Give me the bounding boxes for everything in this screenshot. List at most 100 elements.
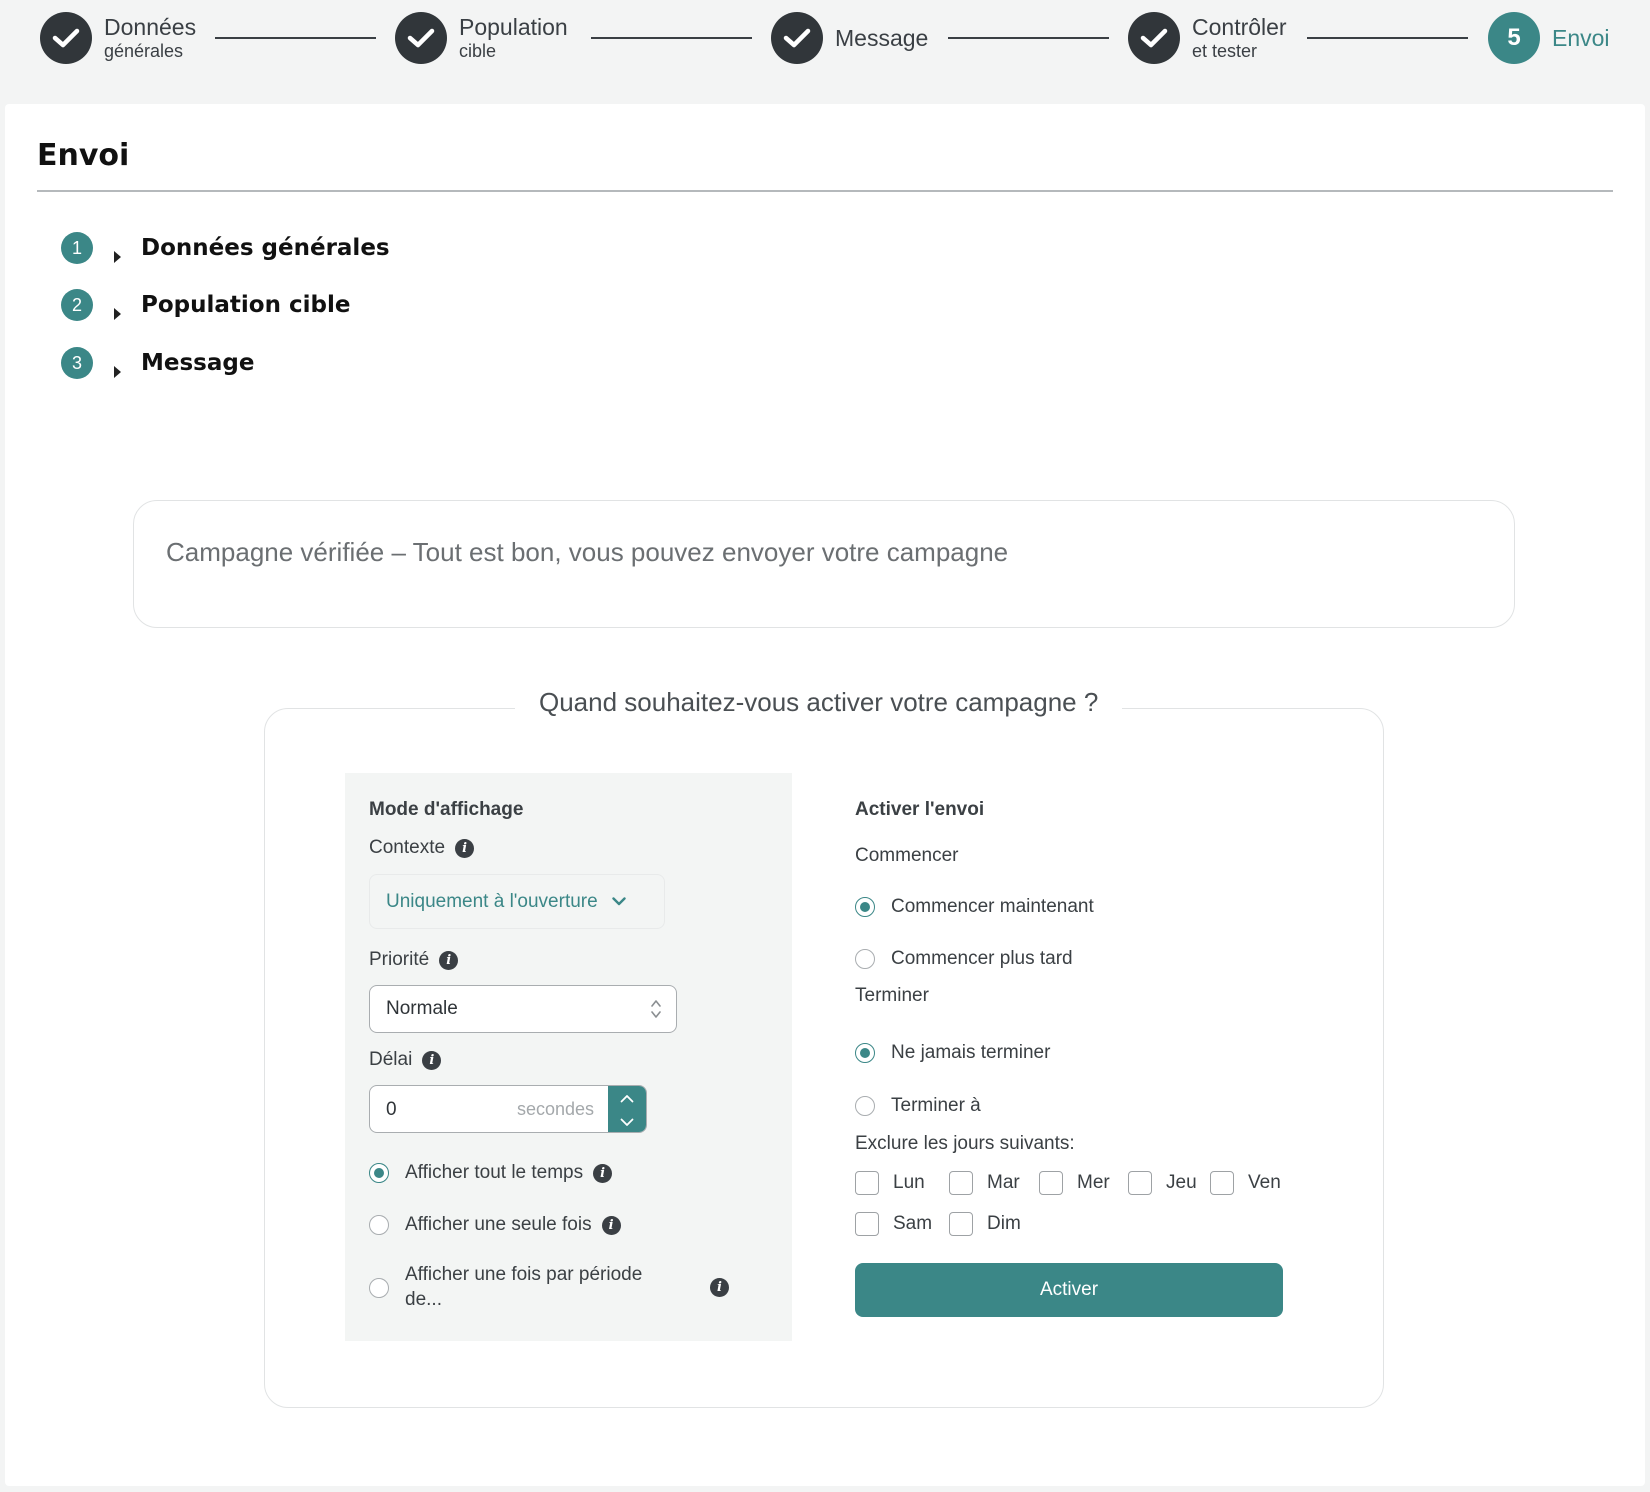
priority-label: Priorité i: [369, 949, 459, 971]
checkbox[interactable]: [1210, 1171, 1234, 1195]
step-control-test[interactable]: Contrôler et tester: [1128, 12, 1287, 64]
step-title: Population: [459, 14, 568, 40]
step-title: Données: [104, 14, 197, 40]
radio-button[interactable]: [369, 1277, 389, 1298]
step-subtitle: cible: [459, 41, 497, 61]
context-dropdown[interactable]: Uniquement à l'ouverture: [369, 874, 665, 929]
display-mode-panel: Mode d'affichage Contexte i Uniquement à…: [345, 773, 792, 1341]
checkbox-label: Mar: [987, 1172, 1020, 1193]
radio-label: Afficher tout le temps: [405, 1162, 584, 1183]
end-label: Terminer: [855, 985, 929, 1006]
priority-label-text: Priorité: [369, 949, 430, 970]
step-general-data[interactable]: Données générales: [40, 12, 196, 64]
delay-stepper[interactable]: [608, 1086, 646, 1132]
chevron-up-icon[interactable]: [620, 1094, 634, 1103]
summary-label: Population cible: [141, 292, 351, 318]
start-later-option[interactable]: Commencer plus tard: [855, 947, 1073, 972]
activation-fieldset: Quand souhaitez-vous activer votre campa…: [264, 687, 1384, 1408]
check-icon: [771, 12, 823, 64]
priority-select[interactable]: Normale: [369, 985, 677, 1033]
info-icon[interactable]: i: [422, 1050, 442, 1070]
check-icon: [1128, 12, 1180, 64]
summary-item-target-population[interactable]: 2 Population cible: [61, 289, 350, 321]
day-checkbox-sam[interactable]: Sam: [855, 1212, 932, 1236]
delay-value[interactable]: 0: [386, 1099, 397, 1121]
day-checkbox-lun[interactable]: Lun: [855, 1171, 925, 1195]
delay-unit: secondes: [516, 1099, 594, 1119]
info-icon[interactable]: i: [455, 838, 475, 858]
day-checkbox-ven[interactable]: Ven: [1210, 1171, 1281, 1195]
info-icon[interactable]: i: [593, 1163, 613, 1183]
radio-label: Commencer maintenant: [891, 896, 1094, 917]
checkbox-label: Sam: [893, 1213, 933, 1234]
sort-updown-icon: [651, 1000, 661, 1018]
start-now-option[interactable]: Commencer maintenant: [855, 895, 1094, 920]
step-send[interactable]: 5 Envoi: [1488, 12, 1610, 64]
chevron-down-icon[interactable]: [620, 1118, 634, 1127]
radio-button[interactable]: [855, 1096, 875, 1117]
radio-label: Afficher une fois par période de...: [405, 1264, 643, 1310]
step-title: Contrôler: [1192, 14, 1287, 40]
display-option-per-period[interactable]: Afficher une fois par période de... i: [369, 1263, 729, 1312]
day-checkbox-jeu[interactable]: Jeu: [1128, 1171, 1197, 1195]
progress-stepper: Données générales Population cible Messa…: [0, 0, 1650, 104]
radio-button[interactable]: [855, 897, 875, 918]
step-target-population[interactable]: Population cible: [395, 12, 568, 64]
radio-label: Ne jamais terminer: [891, 1042, 1051, 1063]
display-option-once[interactable]: Afficher une seule fois i: [369, 1213, 621, 1238]
radio-button[interactable]: [855, 949, 875, 970]
radio-button[interactable]: [369, 1215, 389, 1236]
day-checkbox-mar[interactable]: Mar: [949, 1171, 1020, 1195]
checkbox[interactable]: [1128, 1171, 1152, 1195]
main-card: Envoi 1 Données générales 2 Population c…: [5, 104, 1645, 1486]
caret-right-icon[interactable]: [114, 251, 121, 263]
chevron-down-icon: [612, 897, 626, 906]
checkbox[interactable]: [855, 1171, 879, 1195]
info-icon[interactable]: i: [439, 950, 459, 970]
summary-label: Message: [141, 350, 255, 376]
checkbox[interactable]: [949, 1212, 973, 1236]
step-title: Message: [835, 24, 929, 51]
checkbox-label: Lun: [893, 1172, 925, 1193]
radio-label: Afficher une seule fois: [405, 1214, 592, 1235]
send-title: Activer l'envoi: [855, 799, 985, 820]
display-option-always[interactable]: Afficher tout le temps i: [369, 1161, 613, 1186]
delay-input[interactable]: 0 secondes: [369, 1085, 647, 1133]
radio-label: Terminer à: [891, 1095, 981, 1116]
checkbox[interactable]: [855, 1212, 879, 1236]
start-label: Commencer: [855, 845, 959, 866]
end-at-option[interactable]: Terminer à: [855, 1094, 981, 1119]
day-checkbox-mer[interactable]: Mer: [1039, 1171, 1110, 1195]
context-label-text: Contexte: [369, 837, 446, 858]
summary-item-general-data[interactable]: 1 Données générales: [61, 232, 390, 264]
step-connector: [215, 37, 376, 39]
delay-label-text: Délai: [369, 1049, 413, 1070]
radio-button[interactable]: [369, 1163, 389, 1184]
activate-button[interactable]: Activer: [855, 1263, 1283, 1317]
delay-label: Délai i: [369, 1049, 442, 1071]
checkbox-label: Jeu: [1166, 1172, 1197, 1193]
display-mode-title: Mode d'affichage: [369, 799, 524, 820]
never-end-option[interactable]: Ne jamais terminer: [855, 1041, 1050, 1066]
step-title: Envoi: [1552, 24, 1610, 51]
step-number-badge: 5: [1488, 12, 1540, 64]
page-title: Envoi: [37, 138, 130, 173]
summary-item-message[interactable]: 3 Message: [61, 347, 254, 379]
step-connector: [948, 37, 1109, 39]
radio-label: Commencer plus tard: [891, 948, 1073, 969]
summary-label: Données générales: [141, 235, 390, 261]
activation-legend: Quand souhaitez-vous activer votre campa…: [515, 687, 1123, 718]
day-checkbox-dim[interactable]: Dim: [949, 1212, 1021, 1236]
info-icon[interactable]: i: [601, 1215, 621, 1235]
caret-right-icon[interactable]: [114, 308, 121, 320]
caret-right-icon[interactable]: [114, 366, 121, 378]
radio-button[interactable]: [855, 1043, 875, 1064]
step-connector: [1307, 37, 1468, 39]
exclude-days-label: Exclure les jours suivants:: [855, 1133, 1075, 1154]
step-connector: [591, 37, 752, 39]
info-icon[interactable]: i: [710, 1278, 729, 1298]
checkbox[interactable]: [1039, 1171, 1063, 1195]
step-message[interactable]: Message: [771, 12, 928, 64]
checkbox[interactable]: [949, 1171, 973, 1195]
step-number-badge: 1: [61, 232, 93, 264]
